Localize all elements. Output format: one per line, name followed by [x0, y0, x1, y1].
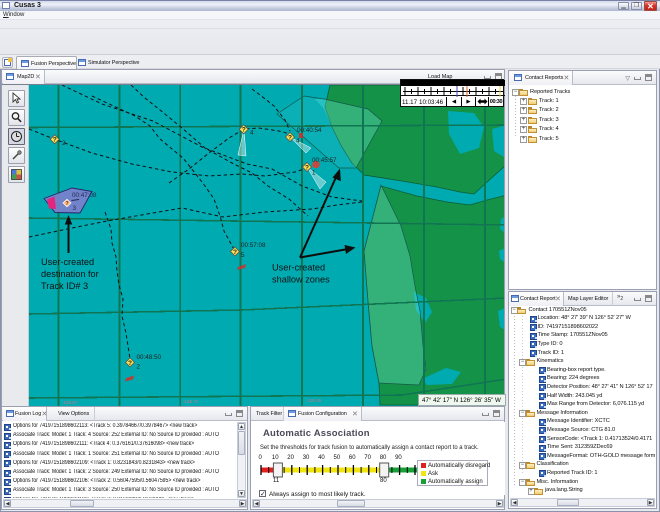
svg-text:1: 1	[312, 170, 316, 177]
svg-text:4: 4	[296, 138, 300, 145]
svg-text:00:45:57: 00:45:57	[312, 157, 337, 164]
svg-text:-126.45: -126.45	[306, 398, 322, 403]
svg-text:User-created: User-created	[41, 257, 94, 267]
svg-text:00:40:54: 00:40:54	[297, 127, 322, 134]
svg-text:00:47:08: 00:47:08	[72, 192, 97, 199]
svg-text:Track ID# 3: Track ID# 3	[41, 281, 88, 291]
svg-text:-126.71: -126.71	[183, 399, 199, 404]
svg-text:00:57:08: 00:57:08	[241, 242, 266, 249]
svg-text:2: 2	[62, 140, 66, 147]
svg-text:5: 5	[241, 252, 245, 259]
svg-text:destination for: destination for	[41, 269, 99, 279]
svg-text:2: 2	[137, 364, 141, 371]
svg-text:-126.97: -126.97	[62, 400, 78, 405]
svg-text:4: 4	[250, 130, 254, 137]
svg-text:00:48:50: 00:48:50	[137, 354, 162, 361]
svg-text:shallow zones: shallow zones	[272, 275, 330, 285]
svg-text:3: 3	[73, 205, 77, 212]
svg-text:User-created: User-created	[272, 263, 325, 273]
